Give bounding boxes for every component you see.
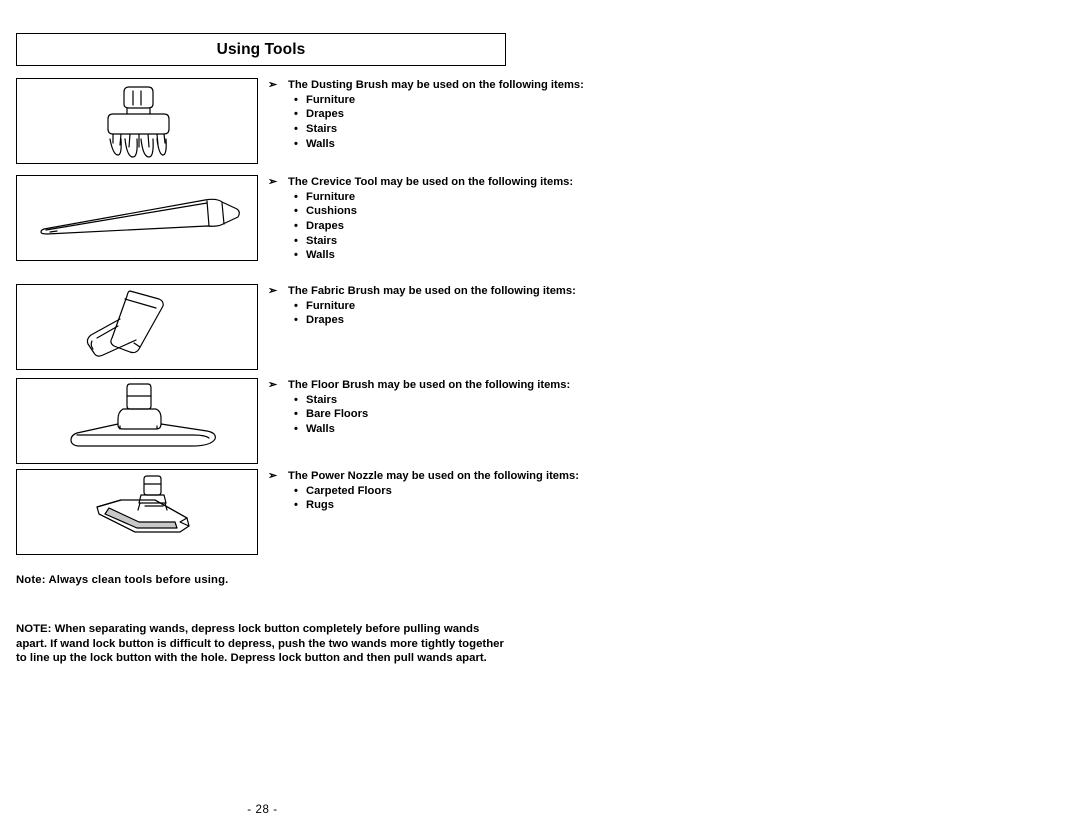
fabric-brush-lead-text: The Fabric Brush may be used on the foll… — [288, 285, 576, 297]
list-item: Stairs — [294, 122, 666, 137]
list-item: Walls — [294, 137, 666, 152]
page-number: - 28 - — [247, 804, 278, 816]
power-nozzle-lead-text: The Power Nozzle may be used on the foll… — [288, 470, 579, 482]
crevice-tool-image — [16, 175, 258, 261]
wand-separation-note: NOTE: When separating wands, depress loc… — [16, 623, 504, 665]
list-item: Walls — [294, 248, 666, 263]
crevice-tool-text: ➢ The Crevice Tool may be used on the fo… — [266, 175, 666, 263]
list-item: Bare Floors — [294, 407, 666, 422]
list-item: Carpeted Floors — [294, 484, 666, 499]
power-nozzle-items: Carpeted Floors Rugs — [266, 484, 666, 513]
list-item: Stairs — [294, 234, 666, 249]
floor-brush-items: Stairs Bare Floors Walls — [266, 393, 666, 437]
fabric-brush-text: ➢ The Fabric Brush may be used on the fo… — [266, 284, 666, 328]
dusting-brush-image — [16, 78, 258, 164]
dusting-brush-items: Furniture Drapes Stairs Walls — [266, 93, 666, 152]
list-item: Furniture — [294, 190, 666, 205]
arrow-bullet-icon: ➢ — [268, 79, 278, 91]
power-nozzle-text: ➢ The Power Nozzle may be used on the fo… — [266, 469, 666, 513]
page-title: Using Tools — [216, 40, 306, 58]
crevice-tool-lead: ➢ The Crevice Tool may be used on the fo… — [266, 175, 666, 190]
list-item: Rugs — [294, 498, 666, 513]
crevice-tool-items: Furniture Cushions Drapes Stairs Walls — [266, 190, 666, 264]
arrow-bullet-icon: ➢ — [268, 379, 278, 391]
crevice-tool-lead-text: The Crevice Tool may be used on the foll… — [288, 176, 574, 188]
dusting-brush-text: ➢ The Dusting Brush may be used on the f… — [266, 78, 666, 151]
clean-tools-note: Note: Always clean tools before using. — [16, 574, 229, 586]
dusting-brush-lead-text: The Dusting Brush may be used on the fol… — [288, 79, 584, 91]
list-item: Drapes — [294, 107, 666, 122]
arrow-bullet-icon: ➢ — [268, 176, 278, 188]
fabric-brush-image — [16, 284, 258, 370]
dusting-brush-lead: ➢ The Dusting Brush may be used on the f… — [266, 78, 666, 93]
list-item: Stairs — [294, 393, 666, 408]
fabric-brush-lead: ➢ The Fabric Brush may be used on the fo… — [266, 284, 666, 299]
page-title-box: Using Tools — [16, 33, 506, 66]
fabric-brush-items: Furniture Drapes — [266, 299, 666, 328]
list-item: Drapes — [294, 313, 666, 328]
list-item: Cushions — [294, 204, 666, 219]
list-item: Furniture — [294, 299, 666, 314]
list-item: Furniture — [294, 93, 666, 108]
power-nozzle-lead: ➢ The Power Nozzle may be used on the fo… — [266, 469, 666, 484]
document-page: Using Tools ➢ The Dusting Brush may be u… — [0, 0, 1080, 834]
arrow-bullet-icon: ➢ — [268, 470, 278, 482]
arrow-bullet-icon: ➢ — [268, 285, 278, 297]
list-item: Walls — [294, 422, 666, 437]
power-nozzle-image — [16, 469, 258, 555]
floor-brush-lead-text: The Floor Brush may be used on the follo… — [288, 379, 571, 391]
list-item: Drapes — [294, 219, 666, 234]
floor-brush-image — [16, 378, 258, 464]
floor-brush-lead: ➢ The Floor Brush may be used on the fol… — [266, 378, 666, 393]
floor-brush-text: ➢ The Floor Brush may be used on the fol… — [266, 378, 666, 437]
